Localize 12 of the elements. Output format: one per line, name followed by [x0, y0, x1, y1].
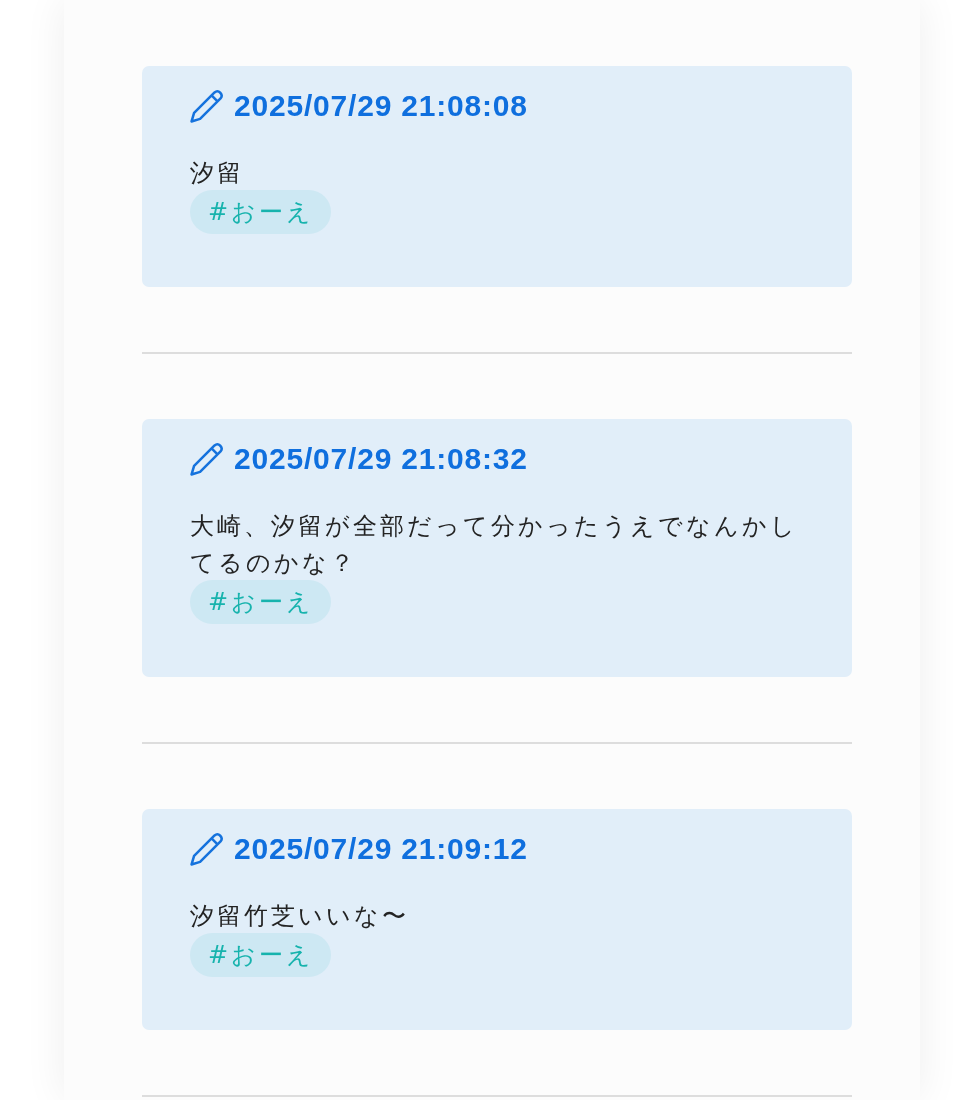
pencil-icon: [190, 832, 224, 866]
post-text: 大崎、汐留が全部だって分かったうえでなんかしてるのかな？: [190, 511, 799, 579]
hashtag-link[interactable]: #おーえ: [190, 933, 332, 977]
post-text: 汐留: [190, 158, 245, 189]
post-timestamp: 2025/07/29 21:09:12: [234, 832, 528, 866]
post-timestamp: 2025/07/29 21:08:32: [234, 442, 528, 476]
pencil-icon: [190, 89, 224, 123]
hashtag-link[interactable]: #おーえ: [190, 190, 332, 234]
pencil-icon: [190, 442, 224, 476]
post-timestamp: 2025/07/29 21:08:08: [234, 89, 528, 123]
post-text: 汐留竹芝いいな〜: [190, 901, 410, 932]
hashtag-link[interactable]: #おーえ: [190, 580, 332, 624]
